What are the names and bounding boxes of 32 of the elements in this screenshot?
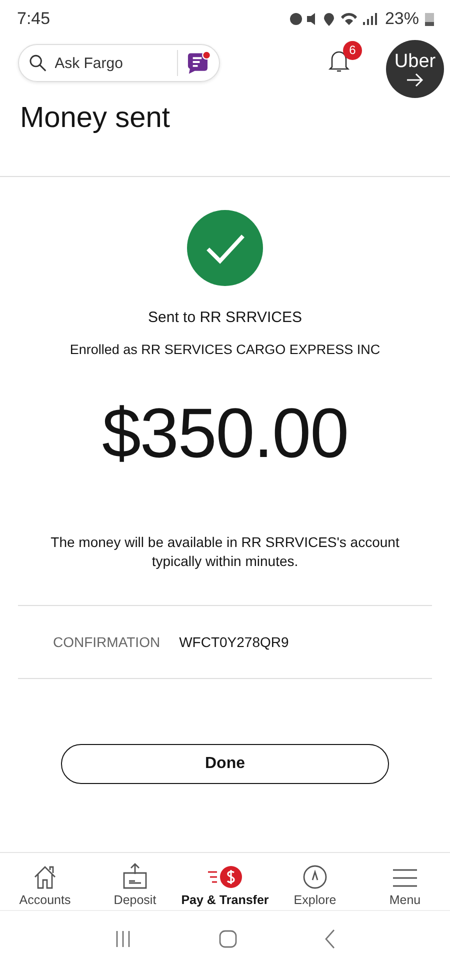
search-bar[interactable]: Ask Fargo xyxy=(18,44,220,82)
deposit-icon xyxy=(121,862,149,890)
recipient-text: Sent to RR SRRVICES xyxy=(148,309,302,326)
page-title: Money sent xyxy=(0,88,450,177)
done-button[interactable]: Done xyxy=(61,744,389,784)
amount-text: $350.00 xyxy=(102,393,348,473)
enrolled-text: Enrolled as RR SERVICES CARGO EXPRESS INC xyxy=(70,342,380,357)
compass-icon xyxy=(302,864,328,890)
search-icon xyxy=(29,54,47,72)
nav-tab[interactable]: Deposit xyxy=(90,853,180,911)
arrow-icon xyxy=(406,73,424,87)
house-icon xyxy=(32,864,58,890)
availability-message: The money will be available in RR SRRVICES's account typically within minutes. xyxy=(50,533,400,571)
nav-tab[interactable]: Accounts xyxy=(0,853,90,911)
home-icon[interactable] xyxy=(218,930,237,948)
clock-time: 7:45 xyxy=(17,9,50,29)
battery-percent: 23% xyxy=(384,9,419,29)
checkmark-icon xyxy=(186,209,264,287)
nav-tab[interactable]: Menu xyxy=(360,853,450,911)
back-icon[interactable] xyxy=(324,928,336,948)
chat-bubble[interactable]: Uber xyxy=(386,40,444,98)
bell-icon[interactable] xyxy=(328,48,350,72)
notification-badge: 6 xyxy=(343,40,362,60)
confirmation-number: WFCT0Y278QR9 xyxy=(179,634,289,650)
search-field[interactable]: Ask Fargo xyxy=(52,54,177,72)
dollar-icon xyxy=(207,864,243,890)
confirmation-label: CONFIRMATION xyxy=(53,634,160,650)
recents-icon[interactable] xyxy=(114,930,132,948)
battery-icon xyxy=(425,12,434,26)
assistant-logo-icon[interactable] xyxy=(186,50,211,76)
nav-tab[interactable]: Explore xyxy=(270,853,360,911)
nav-tab[interactable]: Pay & Transfer xyxy=(180,853,270,911)
